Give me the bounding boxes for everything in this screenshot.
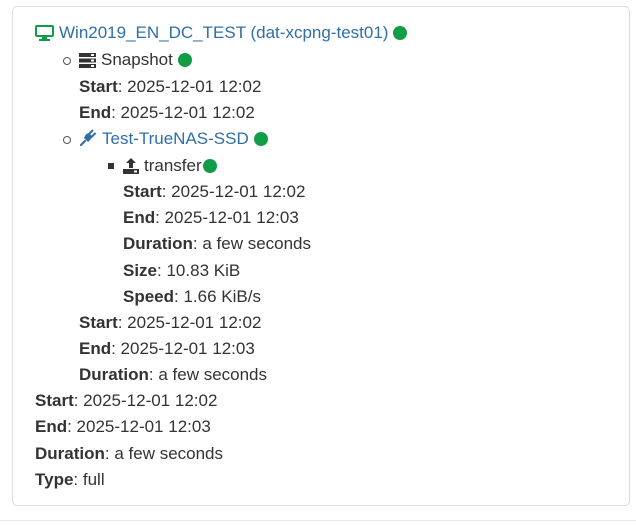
end-value: : 2025-12-01 12:03 — [67, 417, 211, 436]
duration-value: : a few seconds — [148, 365, 268, 384]
transfer-row: transfer — [123, 155, 217, 177]
remote-row: Test-TrueNAS-SSD — [79, 128, 268, 150]
start-label: Start — [79, 77, 118, 96]
list-bullet — [63, 57, 71, 65]
transfer-status-dot — [202, 159, 217, 173]
remote-duration: Duration: a few seconds — [79, 364, 267, 386]
duration-label: Duration — [35, 444, 105, 463]
end-value: : 2025-12-01 12:03 — [111, 339, 255, 358]
plug-icon — [79, 129, 97, 153]
transfer-size: Size: 10.83 KiB — [123, 260, 240, 282]
snapshot-status-dot — [177, 53, 192, 67]
end-value: : 2025-12-01 12:02 — [111, 103, 255, 122]
summary-type: Type: full — [35, 469, 105, 491]
start-value: : 2025-12-01 12:02 — [73, 391, 218, 410]
speed-label: Speed — [123, 287, 175, 306]
summary-duration: Duration: a few seconds — [35, 443, 223, 465]
vm-row: Win2019_EN_DC_TEST (dat-xcpng-test01) — [35, 22, 408, 47]
remote-start: Start: 2025-12-01 12:02 — [79, 312, 261, 334]
speed-value: : 1.66 KiB/s — [174, 287, 261, 306]
duration-value: : a few seconds — [104, 444, 224, 463]
list-bullet — [63, 136, 71, 144]
start-value: : 2025-12-01 12:02 — [117, 77, 262, 96]
end-value: : 2025-12-01 12:03 — [155, 208, 299, 227]
snapshot-start: Start: 2025-12-01 12:02 — [79, 76, 261, 98]
summary-end: End: 2025-12-01 12:03 — [35, 416, 211, 438]
upload-icon — [123, 158, 139, 180]
server-icon — [79, 52, 96, 74]
end-label: End — [79, 339, 112, 358]
start-label: Start — [79, 313, 118, 332]
remote-link[interactable]: Test-TrueNAS-SSD — [102, 129, 249, 148]
transfer-speed: Speed: 1.66 KiB/s — [123, 286, 261, 308]
transfer-end: End: 2025-12-01 12:03 — [123, 207, 299, 229]
size-value: : 10.83 KiB — [157, 261, 241, 280]
start-label: Start — [35, 391, 74, 410]
summary-start: Start: 2025-12-01 12:02 — [35, 390, 217, 412]
end-label: End — [79, 103, 112, 122]
duration-label: Duration — [123, 234, 193, 253]
duration-label: Duration — [79, 365, 149, 384]
start-value: : 2025-12-01 12:02 — [161, 182, 306, 201]
remote-end: End: 2025-12-01 12:03 — [79, 338, 255, 360]
end-label: End — [35, 417, 68, 436]
start-label: Start — [123, 182, 162, 201]
end-label: End — [123, 208, 156, 227]
snapshot-row: Snapshot — [79, 49, 192, 71]
size-label: Size — [123, 261, 158, 280]
start-value: : 2025-12-01 12:02 — [117, 313, 262, 332]
type-label: Type — [35, 470, 74, 489]
vm-link[interactable]: Win2019_EN_DC_TEST (dat-xcpng-test01) — [59, 23, 388, 42]
transfer-label: transfer — [144, 156, 202, 175]
transfer-duration: Duration: a few seconds — [123, 233, 311, 255]
transfer-start: Start: 2025-12-01 12:02 — [123, 181, 305, 203]
vm-status-dot — [393, 26, 408, 40]
list-bullet — [108, 163, 114, 169]
snapshot-label: Snapshot — [101, 50, 173, 69]
divider — [0, 520, 636, 521]
snapshot-end: End: 2025-12-01 12:02 — [79, 102, 255, 124]
desktop-icon — [35, 25, 54, 47]
remote-status-dot — [253, 132, 268, 146]
type-value: : full — [73, 470, 105, 489]
duration-value: : a few seconds — [192, 234, 312, 253]
